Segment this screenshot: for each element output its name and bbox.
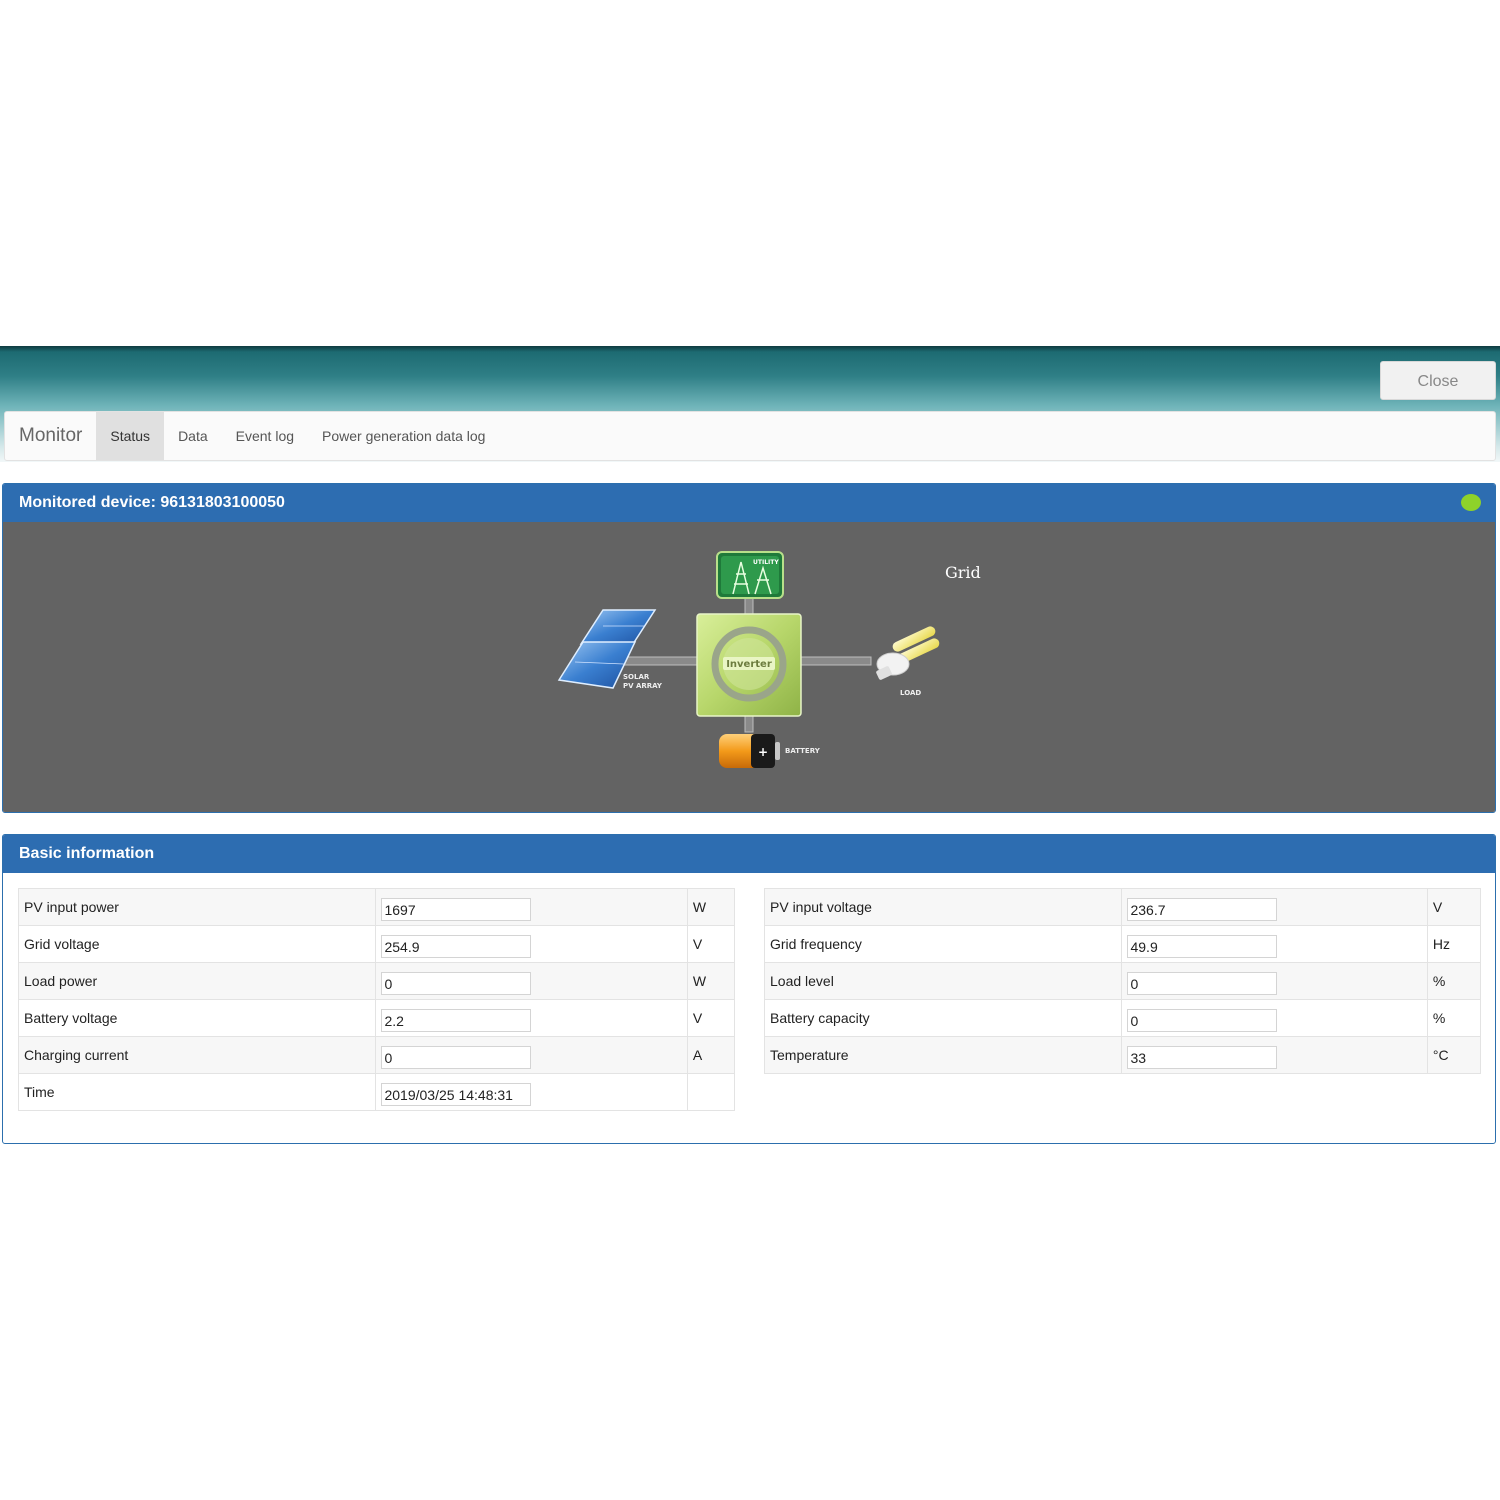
table-row: PV input power 1697 W: [17, 888, 736, 926]
pv-input-voltage-value: 236.7: [1127, 897, 1278, 921]
table-row: Battery capacity 0 %: [763, 999, 1482, 1037]
tab-data[interactable]: Data: [164, 412, 222, 460]
field-unit: %: [1426, 962, 1482, 1000]
battery-voltage-value: 2.2: [381, 1008, 532, 1032]
monitored-device-label: Monitored device: 96131803100050: [19, 494, 285, 511]
field-label: Battery voltage: [17, 999, 377, 1037]
field-unit: [686, 1073, 736, 1111]
utility-label: UTILITY: [753, 559, 779, 566]
pv-input-power-value: 1697: [381, 897, 532, 921]
mode-label: Grid: [945, 563, 981, 582]
close-button[interactable]: Close: [1380, 361, 1496, 400]
monitored-device-title: Monitored device: 96131803100050: [3, 484, 1495, 522]
energy-flow-diagram: UTILITY Inverter SOLAR PV ARRAY LOAD + B…: [3, 522, 1495, 812]
field-label: Load power: [17, 962, 377, 1000]
solar-label-line1: SOLAR: [623, 673, 650, 681]
field-label: PV input voltage: [763, 888, 1123, 926]
temperature-value: 33: [1127, 1045, 1278, 1069]
field-unit: V: [686, 925, 736, 963]
battery-icon: +: [719, 734, 780, 768]
nav-bar: Monitor Status Data Event log Power gene…: [4, 411, 1496, 461]
field-unit: °C: [1426, 1036, 1482, 1074]
basic-information-panel: Basic information PV input power 1697 W …: [2, 834, 1496, 1144]
grid-voltage-value: 254.9: [381, 934, 532, 958]
table-row: Grid frequency 49.9 Hz: [763, 925, 1482, 963]
basic-info-table-left: PV input power 1697 W Grid voltage 254.9…: [17, 888, 736, 1111]
inverter-icon: Inverter: [696, 613, 802, 717]
load-link-line: [798, 656, 872, 666]
battery-plus-icon: +: [758, 745, 768, 759]
table-row: Load power 0 W: [17, 962, 736, 1000]
field-unit: V: [686, 999, 736, 1037]
field-unit: %: [1426, 999, 1482, 1037]
field-unit: V: [1426, 888, 1482, 926]
tab-status[interactable]: Status: [96, 412, 165, 460]
table-row: Grid voltage 254.9 V: [17, 925, 736, 963]
basic-information-label: Basic information: [19, 845, 155, 862]
solar-link-line: [622, 656, 704, 666]
load-power-value: 0: [381, 971, 532, 995]
solar-label-line2: PV ARRAY: [623, 682, 663, 690]
basic-information-title: Basic information: [3, 835, 1495, 873]
field-label: Grid frequency: [763, 925, 1123, 963]
field-label: Temperature: [763, 1036, 1123, 1074]
monitored-device-panel: Monitored device: 96131803100050 UTILITY…: [2, 483, 1496, 813]
field-unit: Hz: [1426, 925, 1482, 963]
flow-diagram-svg: UTILITY Inverter SOLAR PV ARRAY LOAD + B…: [557, 551, 981, 768]
monitor-window: Close Monitor Status Data Event log Powe…: [0, 346, 1500, 1146]
table-row: Charging current 0 A: [17, 1036, 736, 1074]
status-indicator-dot: [1461, 494, 1481, 511]
table-row: PV input voltage 236.7 V: [763, 888, 1482, 926]
tab-event-log[interactable]: Event log: [222, 412, 308, 460]
field-label: Time: [17, 1073, 377, 1111]
basic-info-table-right: PV input voltage 236.7 V Grid frequency …: [763, 888, 1482, 1074]
field-label: Charging current: [17, 1036, 377, 1074]
field-label: Load level: [763, 962, 1123, 1000]
field-label: Grid voltage: [17, 925, 377, 963]
table-row: Load level 0 %: [763, 962, 1482, 1000]
grid-frequency-value: 49.9: [1127, 934, 1278, 958]
table-row: Temperature 33 °C: [763, 1036, 1482, 1074]
field-unit: W: [686, 888, 736, 926]
load-bulb-icon: [876, 626, 940, 680]
nav-brand: Monitor: [19, 425, 83, 446]
load-label: LOAD: [900, 689, 921, 697]
field-label: Battery capacity: [763, 999, 1123, 1037]
utility-grid-icon: UTILITY: [716, 551, 784, 599]
table-row: Time 2019/03/25 14:48:31: [17, 1073, 736, 1111]
tab-power-generation-data-log[interactable]: Power generation data log: [308, 412, 499, 460]
load-level-value: 0: [1127, 971, 1278, 995]
inverter-label: Inverter: [726, 659, 772, 670]
charging-current-value: 0: [381, 1045, 532, 1069]
field-unit: A: [686, 1036, 736, 1074]
battery-label: BATTERY: [785, 747, 821, 755]
field-unit: W: [686, 962, 736, 1000]
table-row: Battery voltage 2.2 V: [17, 999, 736, 1037]
time-value: 2019/03/25 14:48:31: [381, 1082, 532, 1106]
battery-capacity-value: 0: [1127, 1008, 1278, 1032]
field-label: PV input power: [17, 888, 377, 926]
